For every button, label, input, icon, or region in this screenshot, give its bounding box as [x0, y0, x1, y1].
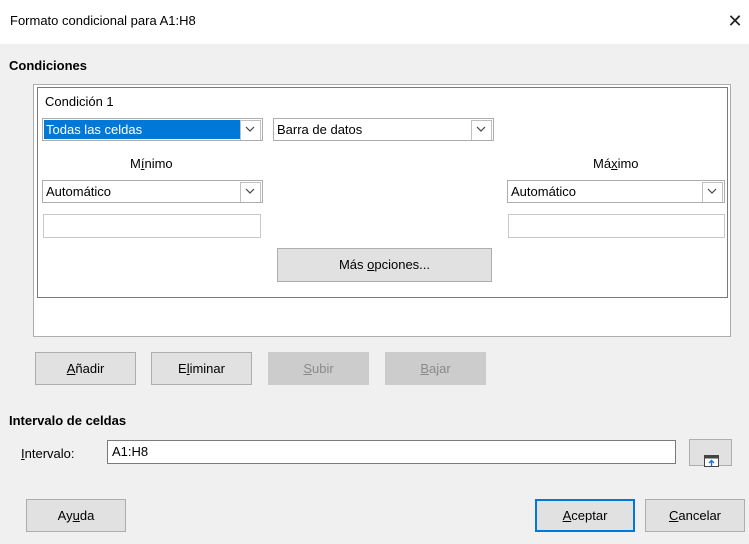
move-down-button[interactable]: Bajar [385, 352, 486, 385]
minimum-type-select[interactable]: Automático [42, 180, 263, 203]
chevron-down-icon [240, 182, 261, 202]
maximum-value-input[interactable] [508, 214, 725, 238]
minimum-type-value: Automático [46, 184, 112, 199]
shrink-range-button[interactable] [689, 439, 732, 467]
minimum-label: Mínimo [130, 156, 173, 171]
format-type-value: Barra de datos [277, 122, 363, 137]
apply-to-select[interactable]: Todas las celdas [42, 118, 263, 141]
more-options-button[interactable]: Más opciones... [277, 248, 492, 282]
shrink-icon [704, 447, 719, 467]
cancel-button[interactable]: Cancelar [645, 499, 745, 532]
add-button[interactable]: Añadir [35, 352, 136, 385]
ok-button[interactable]: Aceptar [535, 499, 635, 532]
format-type-select[interactable]: Barra de datos [273, 118, 494, 141]
condition-title: Condición 1 [45, 94, 114, 109]
conditions-section-label: Condiciones [9, 58, 88, 73]
chevron-down-icon [702, 182, 723, 202]
chevron-down-icon [240, 120, 261, 140]
move-up-button[interactable]: Subir [268, 352, 369, 385]
chevron-down-icon [471, 120, 492, 140]
maximum-label: Máximo [593, 156, 639, 171]
range-label: Intervalo: [21, 446, 75, 461]
range-input[interactable]: A1:H8 [107, 440, 676, 464]
minimum-value-input[interactable] [43, 214, 261, 238]
maximum-type-value: Automático [511, 184, 577, 199]
help-button[interactable]: Ayuda [26, 499, 126, 532]
apply-to-value: Todas las celdas [44, 120, 240, 139]
remove-button[interactable]: Eliminar [151, 352, 252, 385]
maximum-type-select[interactable]: Automático [507, 180, 725, 203]
range-section-label: Intervalo de celdas [9, 413, 127, 428]
close-icon[interactable]: ✕ [723, 10, 747, 34]
window-title: Formato condicional para A1:H8 [10, 13, 196, 28]
